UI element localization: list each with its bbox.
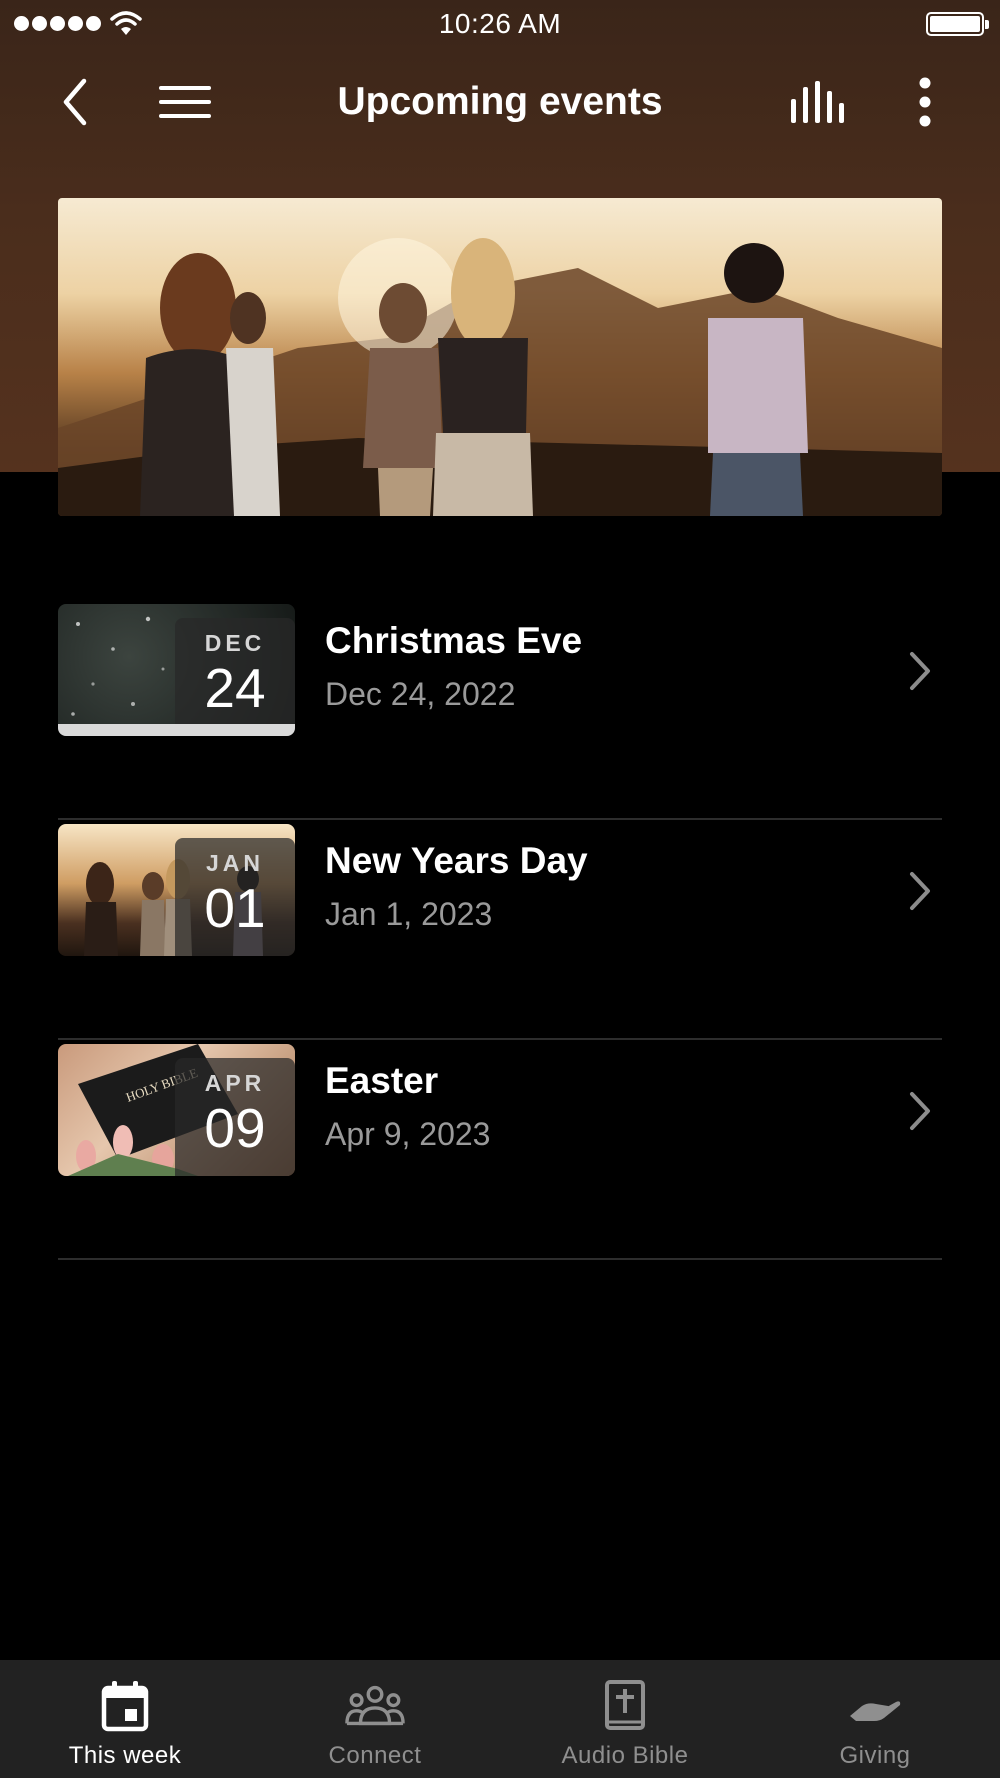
- event-title: Easter: [325, 1060, 439, 1101]
- bible-book-icon: [595, 1678, 655, 1734]
- event-title: New Years Day: [325, 840, 588, 881]
- date-badge: APR 09: [175, 1058, 295, 1176]
- menu-button[interactable]: [140, 60, 230, 144]
- battery-full-icon: [926, 12, 989, 36]
- tab-label: Connect: [328, 1742, 422, 1769]
- more-options-button[interactable]: [890, 60, 960, 144]
- date-month: DEC: [204, 630, 266, 656]
- event-title: Christmas Eve: [325, 620, 583, 661]
- people-group-icon: [345, 1678, 405, 1734]
- date-month: APR: [204, 1070, 266, 1096]
- more-vertical-icon: [919, 77, 931, 127]
- event-date: Dec 24, 2022: [325, 676, 516, 712]
- tab-label: Audio Bible: [561, 1742, 689, 1769]
- date-day: 24: [204, 657, 266, 719]
- date-badge: JAN 01: [175, 838, 295, 956]
- events-list: DEC 24 Christmas Eve Dec 24, 2022 JAN 01…: [58, 600, 942, 1260]
- event-row-christmas-eve[interactable]: DEC 24 Christmas Eve Dec 24, 2022: [58, 600, 942, 820]
- date-day: 09: [204, 1097, 266, 1159]
- tab-bar: This week Connect Audio Bible Giving: [0, 1660, 1000, 1778]
- tab-this-week[interactable]: This week: [0, 1660, 250, 1778]
- tab-giving[interactable]: Giving: [750, 1660, 1000, 1778]
- event-row-easter[interactable]: HOLY BIBLE APR 09 Easter Apr 9, 2023: [58, 1040, 942, 1260]
- chevron-right-icon: [900, 1086, 940, 1136]
- date-month: JAN: [205, 850, 264, 876]
- navigation-bar: Upcoming events: [0, 60, 1000, 144]
- tab-connect[interactable]: Connect: [250, 1660, 500, 1778]
- event-row-new-years-day[interactable]: JAN 01 New Years Day Jan 1, 2023: [58, 820, 942, 1040]
- tab-label: Giving: [839, 1742, 911, 1769]
- chevron-right-icon: [900, 866, 940, 916]
- chevron-right-icon: [900, 646, 940, 696]
- back-button[interactable]: [40, 60, 110, 144]
- audio-bars-icon: [790, 81, 844, 123]
- friends-at-sunset-photo: JAN 01: [58, 824, 295, 956]
- calendar-icon: [95, 1678, 155, 1734]
- status-bar: 10:26 AM: [0, 0, 1000, 50]
- hamburger-menu-icon: [159, 86, 211, 118]
- tab-label: This week: [68, 1742, 182, 1769]
- date-day: 01: [204, 877, 266, 939]
- holy-bible-with-tulips-photo: HOLY BIBLE APR 09: [58, 1044, 295, 1176]
- date-badge: DEC 24: [175, 618, 295, 736]
- event-date: Apr 9, 2023: [325, 1116, 491, 1152]
- snowy-night-photo: DEC 24: [58, 604, 295, 736]
- page-title: Upcoming events: [337, 80, 663, 123]
- hero-image: [58, 198, 942, 516]
- event-date: Jan 1, 2023: [325, 896, 493, 932]
- chevron-left-icon: [63, 78, 87, 126]
- audio-stats-button[interactable]: [770, 60, 865, 144]
- tab-audio-bible[interactable]: Audio Bible: [500, 1660, 750, 1778]
- status-time: 10:26 AM: [438, 8, 562, 39]
- giving-hand-icon: [845, 1678, 905, 1734]
